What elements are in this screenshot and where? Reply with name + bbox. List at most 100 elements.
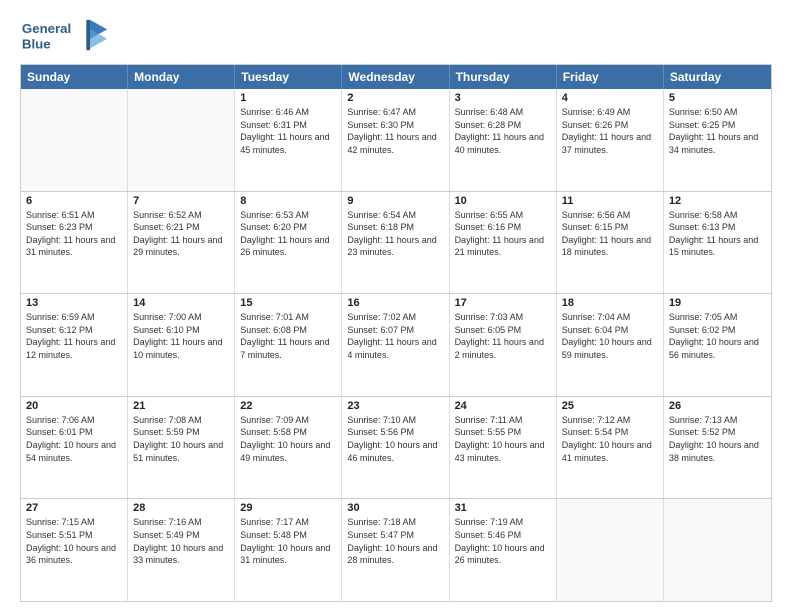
day-cell-7: 7 Sunrise: 6:52 AMSunset: 6:21 PMDaylight…: [128, 192, 235, 294]
day-number: 5: [669, 92, 766, 104]
weekday-header-saturday: Saturday: [664, 65, 771, 89]
day-cell-12: 12 Sunrise: 6:58 AMSunset: 6:13 PMDayligh…: [664, 192, 771, 294]
day-number: 22: [240, 400, 336, 412]
day-info: Sunrise: 7:00 AMSunset: 6:10 PMDaylight:…: [133, 311, 229, 361]
day-cell-16: 16 Sunrise: 7:02 AMSunset: 6:07 PMDayligh…: [342, 294, 449, 396]
day-cell-29: 29 Sunrise: 7:17 AMSunset: 5:48 PMDayligh…: [235, 499, 342, 601]
calendar-week-3: 13Sunrise: 6:59 AMSunset: 6:12 PMDayligh…: [21, 293, 771, 396]
day-cell-26: 26 Sunrise: 7:13 AMSunset: 5:52 PMDayligh…: [664, 397, 771, 499]
day-info: Sunrise: 7:08 AMSunset: 5:59 PMDaylight:…: [133, 414, 229, 464]
day-info: Sunrise: 6:46 AMSunset: 6:31 PMDaylight:…: [240, 106, 336, 156]
day-number: 3: [455, 92, 551, 104]
calendar-body: 1 Sunrise: 6:46 AMSunset: 6:31 PMDaylight…: [21, 89, 771, 601]
day-cell-2: 2Sunrise: 6:47 AMSunset: 6:30 PMDaylight…: [342, 89, 449, 191]
day-cell-30: 30Sunrise: 7:18 AMSunset: 5:47 PMDayligh…: [342, 499, 449, 601]
weekday-header-friday: Friday: [557, 65, 664, 89]
calendar: SundayMondayTuesdayWednesdayThursdayFrid…: [20, 64, 772, 602]
day-number: 18: [562, 297, 658, 309]
day-cell-17: 17 Sunrise: 7:03 AMSunset: 6:05 PMDayligh…: [450, 294, 557, 396]
day-info: Sunrise: 7:01 AMSunset: 6:08 PMDaylight:…: [240, 311, 336, 361]
day-cell-28: 28 Sunrise: 7:16 AMSunset: 5:49 PMDayligh…: [128, 499, 235, 601]
day-info: Sunrise: 7:10 AMSunset: 5:56 PMDaylight:…: [347, 414, 443, 464]
day-cell-18: 18 Sunrise: 7:04 AMSunset: 6:04 PMDayligh…: [557, 294, 664, 396]
day-info: Sunrise: 7:03 AMSunset: 6:05 PMDaylight:…: [455, 311, 551, 361]
weekday-header-wednesday: Wednesday: [342, 65, 449, 89]
day-number: 14: [133, 297, 229, 309]
day-number: 16: [347, 297, 443, 309]
calendar-page: General Blue SundayMondayTuesdayWednesda…: [0, 0, 792, 612]
day-number: 17: [455, 297, 551, 309]
day-number: 15: [240, 297, 336, 309]
day-number: 1: [240, 92, 336, 104]
day-cell-10: 10Sunrise: 6:55 AMSunset: 6:16 PMDayligh…: [450, 192, 557, 294]
day-cell-25: 25 Sunrise: 7:12 AMSunset: 5:54 PMDayligh…: [557, 397, 664, 499]
day-number: 12: [669, 195, 766, 207]
day-number: 27: [26, 502, 122, 514]
day-info: Sunrise: 6:50 AMSunset: 6:25 PMDaylight:…: [669, 106, 766, 156]
day-number: 25: [562, 400, 658, 412]
day-cell-8: 8 Sunrise: 6:53 AMSunset: 6:20 PMDaylight…: [235, 192, 342, 294]
svg-text:Blue: Blue: [22, 36, 51, 51]
weekday-header-sunday: Sunday: [21, 65, 128, 89]
day-number: 8: [240, 195, 336, 207]
day-info: Sunrise: 7:09 AMSunset: 5:58 PMDaylight:…: [240, 414, 336, 464]
day-info: Sunrise: 7:06 AMSunset: 6:01 PMDaylight:…: [26, 414, 122, 464]
day-info: Sunrise: 6:52 AMSunset: 6:21 PMDaylight:…: [133, 209, 229, 259]
day-info: Sunrise: 7:11 AMSunset: 5:55 PMDaylight:…: [455, 414, 551, 464]
day-info: Sunrise: 7:15 AMSunset: 5:51 PMDaylight:…: [26, 516, 122, 566]
day-number: 19: [669, 297, 766, 309]
day-info: Sunrise: 7:13 AMSunset: 5:52 PMDaylight:…: [669, 414, 766, 464]
day-number: 24: [455, 400, 551, 412]
day-info: Sunrise: 7:04 AMSunset: 6:04 PMDaylight:…: [562, 311, 658, 361]
day-info: Sunrise: 6:47 AMSunset: 6:30 PMDaylight:…: [347, 106, 443, 156]
day-cell-20: 20 Sunrise: 7:06 AMSunset: 6:01 PMDayligh…: [21, 397, 128, 499]
day-info: Sunrise: 6:54 AMSunset: 6:18 PMDaylight:…: [347, 209, 443, 259]
day-number: 26: [669, 400, 766, 412]
day-cell-19: 19 Sunrise: 7:05 AMSunset: 6:02 PMDayligh…: [664, 294, 771, 396]
day-cell-14: 14 Sunrise: 7:00 AMSunset: 6:10 PMDayligh…: [128, 294, 235, 396]
day-info: Sunrise: 6:53 AMSunset: 6:20 PMDaylight:…: [240, 209, 336, 259]
day-cell-11: 11Sunrise: 6:56 AMSunset: 6:15 PMDayligh…: [557, 192, 664, 294]
day-cell-15: 15 Sunrise: 7:01 AMSunset: 6:08 PMDayligh…: [235, 294, 342, 396]
day-info: Sunrise: 6:48 AMSunset: 6:28 PMDaylight:…: [455, 106, 551, 156]
day-info: Sunrise: 7:02 AMSunset: 6:07 PMDaylight:…: [347, 311, 443, 361]
day-number: 10: [455, 195, 551, 207]
day-number: 21: [133, 400, 229, 412]
day-info: Sunrise: 7:16 AMSunset: 5:49 PMDaylight:…: [133, 516, 229, 566]
empty-cell: [128, 89, 235, 191]
day-cell-24: 24 Sunrise: 7:11 AMSunset: 5:55 PMDayligh…: [450, 397, 557, 499]
day-number: 9: [347, 195, 443, 207]
day-info: Sunrise: 6:49 AMSunset: 6:26 PMDaylight:…: [562, 106, 658, 156]
svg-text:General: General: [22, 21, 71, 36]
day-info: Sunrise: 7:19 AMSunset: 5:46 PMDaylight:…: [455, 516, 551, 566]
day-cell-6: 6 Sunrise: 6:51 AMSunset: 6:23 PMDaylight…: [21, 192, 128, 294]
day-number: 20: [26, 400, 122, 412]
logo: General Blue: [20, 16, 110, 56]
day-cell-4: 4 Sunrise: 6:49 AMSunset: 6:26 PMDaylight…: [557, 89, 664, 191]
day-cell-22: 22 Sunrise: 7:09 AMSunset: 5:58 PMDayligh…: [235, 397, 342, 499]
day-info: Sunrise: 7:05 AMSunset: 6:02 PMDaylight:…: [669, 311, 766, 361]
day-cell-27: 27 Sunrise: 7:15 AMSunset: 5:51 PMDayligh…: [21, 499, 128, 601]
day-number: 7: [133, 195, 229, 207]
day-cell-5: 5 Sunrise: 6:50 AMSunset: 6:25 PMDaylight…: [664, 89, 771, 191]
day-number: 29: [240, 502, 336, 514]
day-info: Sunrise: 6:51 AMSunset: 6:23 PMDaylight:…: [26, 209, 122, 259]
day-number: 4: [562, 92, 658, 104]
day-info: Sunrise: 7:18 AMSunset: 5:47 PMDaylight:…: [347, 516, 443, 566]
empty-cell: [557, 499, 664, 601]
day-info: Sunrise: 7:12 AMSunset: 5:54 PMDaylight:…: [562, 414, 658, 464]
day-info: Sunrise: 6:58 AMSunset: 6:13 PMDaylight:…: [669, 209, 766, 259]
weekday-header-tuesday: Tuesday: [235, 65, 342, 89]
day-number: 28: [133, 502, 229, 514]
day-cell-9: 9 Sunrise: 6:54 AMSunset: 6:18 PMDaylight…: [342, 192, 449, 294]
day-cell-23: 23Sunrise: 7:10 AMSunset: 5:56 PMDayligh…: [342, 397, 449, 499]
day-number: 11: [562, 195, 658, 207]
day-number: 6: [26, 195, 122, 207]
logo-icon: General Blue: [20, 16, 110, 56]
day-cell-13: 13Sunrise: 6:59 AMSunset: 6:12 PMDayligh…: [21, 294, 128, 396]
empty-cell: [664, 499, 771, 601]
empty-cell: [21, 89, 128, 191]
weekday-header-thursday: Thursday: [450, 65, 557, 89]
day-info: Sunrise: 7:17 AMSunset: 5:48 PMDaylight:…: [240, 516, 336, 566]
calendar-week-5: 27 Sunrise: 7:15 AMSunset: 5:51 PMDayligh…: [21, 498, 771, 601]
